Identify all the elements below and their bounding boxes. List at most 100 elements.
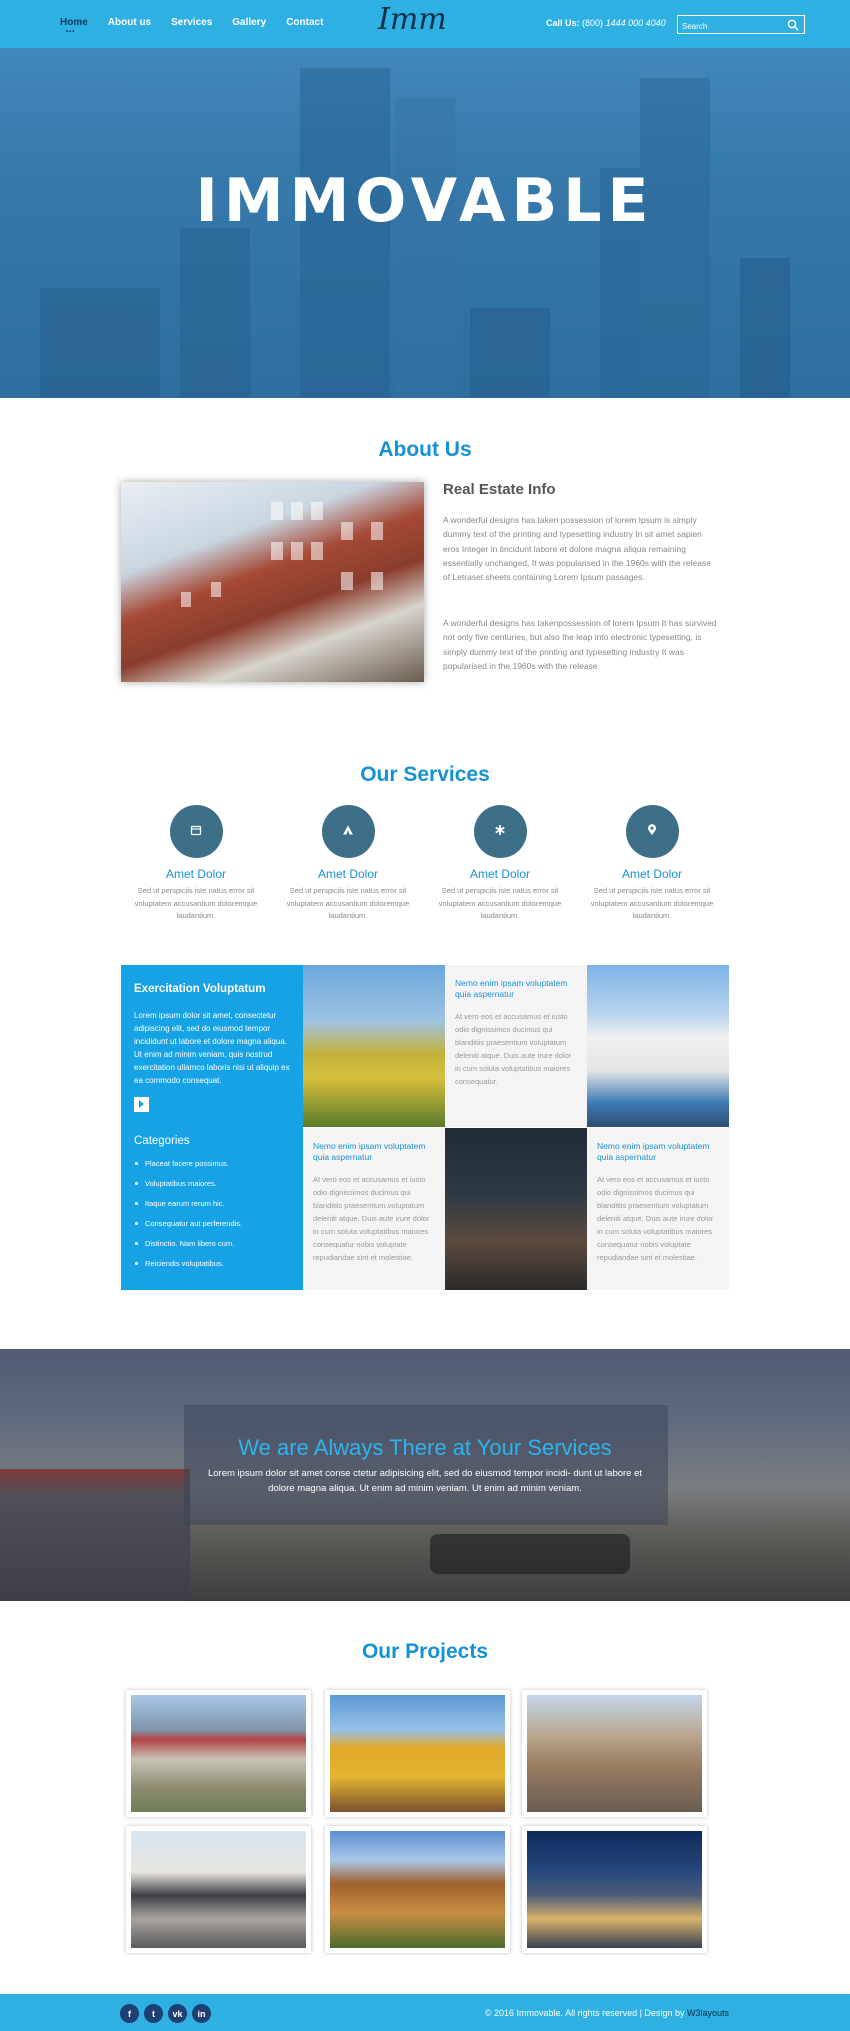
- feature-panel: Exercitation Voluptatum Lorem ipsum dolo…: [121, 965, 303, 1290]
- footer: f t vk in © 2016 Immovable. All rights r…: [0, 1994, 850, 2031]
- projects-title: Our Projects: [361, 1640, 489, 1663]
- service-item: Amet Dolor Sed ut perspiciis iste natus …: [121, 805, 271, 923]
- cabins-image-area: [0, 1469, 190, 1601]
- feature-panel-title: Exercitation Voluptatum: [134, 983, 266, 995]
- banner-text: Lorem ipsum dolor sit amet conse ctetur …: [207, 1468, 643, 1494]
- project-card[interactable]: [522, 1690, 707, 1817]
- window: [291, 502, 303, 520]
- social-links: f t vk in: [120, 2004, 211, 2023]
- cars-image-area: [430, 1534, 630, 1574]
- search-input[interactable]: [678, 18, 778, 35]
- window: [341, 572, 353, 590]
- call-us: Call Us: (800) 1444 000 4040: [546, 18, 666, 28]
- white-villa-image: [587, 965, 729, 1127]
- project-image: [131, 1695, 306, 1812]
- asterisk-icon: [494, 823, 506, 841]
- dark-tower-image: [445, 1128, 587, 1290]
- copyright-text: © 2016 Immovable. All rights reserved | …: [484, 2008, 685, 2018]
- service-title: Amet Dolor: [469, 867, 531, 881]
- project-image: [330, 1695, 505, 1812]
- arrow-right-icon: [139, 1100, 144, 1108]
- nav-contact[interactable]: Contact: [286, 17, 323, 28]
- service-title: Amet Dolor: [317, 867, 379, 881]
- about-building-image: [121, 482, 424, 682]
- feature-tile-title[interactable]: Nemo enim ipsam voluptatem quia aspernat…: [313, 1141, 435, 1163]
- categories-list: Placeat facere possimus. Voluptatibus ma…: [134, 1159, 290, 1268]
- window: [341, 522, 353, 540]
- calendar-icon: [190, 823, 202, 841]
- service-text: Sed ut perspiciis iste natus error sit v…: [286, 886, 410, 920]
- service-icon-circle[interactable]: [169, 805, 223, 858]
- window: [271, 542, 283, 560]
- nav-gallery[interactable]: Gallery: [232, 17, 266, 28]
- feature-tile: Nemo enim ipsam voluptatem quia aspernat…: [445, 965, 587, 1127]
- category-item[interactable]: Consequatur aut perferendis.: [134, 1219, 290, 1228]
- window: [371, 572, 383, 590]
- window: [311, 502, 323, 520]
- categories-title: Categories: [134, 1135, 190, 1147]
- project-card[interactable]: [325, 1690, 510, 1817]
- vk-icon[interactable]: vk: [168, 2004, 187, 2023]
- about-subtitle: Real Estate Info: [443, 481, 556, 498]
- feature-tile-text: At vero eos et accusamus et iusto odio d…: [313, 1175, 430, 1262]
- service-icon-circle[interactable]: [473, 805, 527, 858]
- feature-panel-text: Lorem ipsum dolor sit amet, consectetur …: [134, 1011, 290, 1085]
- banner-box: [184, 1405, 668, 1525]
- window: [291, 542, 303, 560]
- about-title: About Us: [378, 438, 472, 461]
- hero-banner: IMMOVABLE: [0, 48, 850, 398]
- project-card[interactable]: [126, 1826, 311, 1953]
- feature-tile-text: At vero eos et accusamus et iusto odio d…: [455, 1012, 572, 1086]
- service-item: Amet Dolor Sed ut perspiciis iste natus …: [425, 805, 575, 923]
- project-card[interactable]: [325, 1826, 510, 1953]
- designer-link[interactable]: W3layouts: [687, 2008, 729, 2018]
- services-banner: We are Always There at Your Services Lor…: [0, 1349, 850, 1601]
- top-navigation-bar: Home About us Services Gallery Contact I…: [0, 0, 850, 48]
- service-item: Amet Dolor Sed ut perspiciis iste natus …: [273, 805, 423, 923]
- service-title: Amet Dolor: [165, 867, 227, 881]
- search-icon[interactable]: [787, 18, 799, 36]
- service-text: Sed ut perspiciis iste natus error sit v…: [438, 886, 562, 920]
- feature-tile-title[interactable]: Nemo enim ipsam voluptatem quia aspernat…: [455, 978, 577, 1000]
- service-item: Amet Dolor Sed ut perspiciis iste natus …: [577, 805, 727, 923]
- nav-about[interactable]: About us: [108, 17, 151, 28]
- window: [311, 542, 323, 560]
- project-card[interactable]: [126, 1690, 311, 1817]
- facebook-icon[interactable]: f: [120, 2004, 139, 2023]
- category-item[interactable]: Reiciendis voluptatibus.: [134, 1259, 290, 1268]
- site-logo[interactable]: Imm: [378, 2, 447, 37]
- call-code: (800): [582, 18, 604, 28]
- service-icon-circle[interactable]: [321, 805, 375, 858]
- search-box: [677, 15, 805, 36]
- linkedin-icon[interactable]: in: [192, 2004, 211, 2023]
- service-title: Amet Dolor: [621, 867, 683, 881]
- category-item[interactable]: Distinctio. Nam libero cum.: [134, 1239, 290, 1248]
- yellow-house-image: [303, 965, 445, 1127]
- page: Home About us Services Gallery Contact I…: [0, 0, 850, 2031]
- category-item[interactable]: Placeat facere possimus.: [134, 1159, 290, 1168]
- call-label: Call Us:: [546, 18, 580, 28]
- service-text: Sed ut perspiciis iste natus error sit v…: [134, 886, 258, 920]
- main-nav: Home About us Services Gallery Contact: [60, 17, 343, 35]
- category-item[interactable]: Itaque earum rerum hic.: [134, 1199, 290, 1208]
- project-image: [131, 1831, 306, 1948]
- nav-services[interactable]: Services: [171, 17, 212, 28]
- read-more-button[interactable]: [134, 1097, 149, 1112]
- about-paragraph-1: A wonderful designs has taken possession…: [443, 515, 711, 583]
- service-icon-circle[interactable]: [625, 805, 679, 858]
- nav-home[interactable]: Home: [60, 17, 88, 35]
- feature-tile: Nemo enim ipsam voluptatem quia aspernat…: [587, 1128, 729, 1290]
- hero-title: IMMOVABLE: [195, 166, 655, 236]
- map-pin-icon: [646, 823, 658, 841]
- project-card[interactable]: [522, 1826, 707, 1953]
- twitter-icon[interactable]: t: [144, 2004, 163, 2023]
- window: [271, 502, 283, 520]
- feature-tile-text: At vero eos et accusamus et iusto odio d…: [597, 1175, 714, 1262]
- project-image: [527, 1831, 702, 1948]
- service-text: Sed ut perspiciis iste natus error sit v…: [590, 886, 714, 920]
- feature-tile-title[interactable]: Nemo enim ipsam voluptatem quia aspernat…: [597, 1141, 719, 1163]
- category-item[interactable]: Voluptatibus maiores.: [134, 1179, 290, 1188]
- project-image: [527, 1695, 702, 1812]
- window: [211, 582, 221, 597]
- window: [371, 522, 383, 540]
